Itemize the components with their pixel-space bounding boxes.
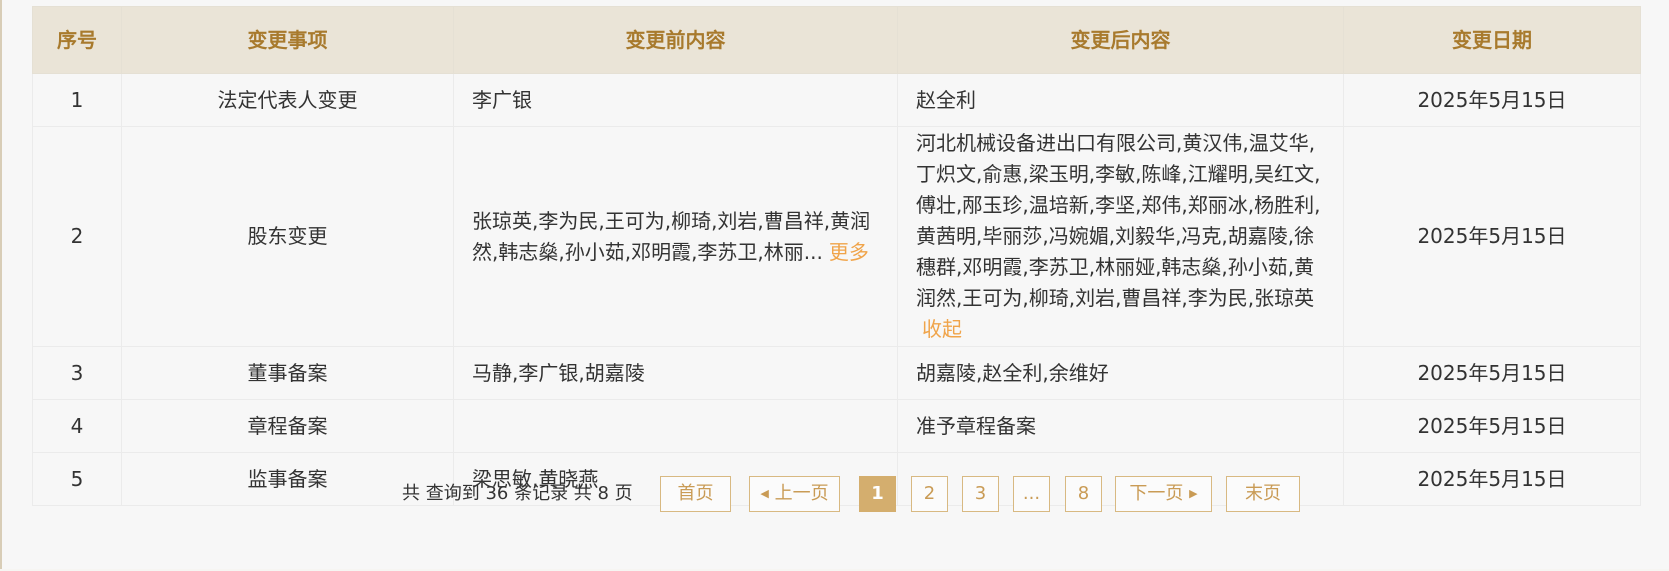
table-row: 4 章程备案 准予章程备案 2025年5月15日 [32,399,1641,453]
cell-serial: 3 [32,346,122,400]
cell-before: 马静,李广银,胡嘉陵 [453,346,898,400]
collapse-link[interactable]: 收起 [922,317,962,341]
more-link[interactable]: 更多 [829,240,869,264]
change-records-panel: 序号 变更事项 变更前内容 变更后内容 变更日期 1 法定代表人变更 李广银 赵… [32,6,1641,506]
page-button-8[interactable]: 8 [1065,476,1102,512]
table-row: 2 股东变更 张琼英,李为民,王可为,柳琦,刘岩,曹昌祥,黄润然,韩志燊,孙小茹… [32,126,1641,347]
cell-after-text: 河北机械设备进出口有限公司,黄汉伟,温艾华,丁炽文,俞惠,梁玉明,李敏,陈峰,江… [916,131,1321,310]
cell-date: 2025年5月15日 [1343,399,1641,453]
page-frame: 序号 变更事项 变更前内容 变更后内容 变更日期 1 法定代表人变更 李广银 赵… [0,0,1669,569]
cell-before [453,399,898,453]
cell-change-item: 股东变更 [121,126,454,347]
page-ellipsis: ... [1013,476,1050,512]
pagination-summary: 共 查询到 36 条记录 共 8 页 [402,483,633,504]
header-change-item: 变更事项 [121,6,454,74]
next-page-button[interactable]: 下一页 ▶ [1115,476,1212,512]
caret-left-icon: ◀ [760,487,769,500]
next-page-label: 下一页 [1129,483,1184,504]
cell-change-item: 章程备案 [121,399,454,453]
header-serial: 序号 [32,6,122,74]
cell-after: 赵全利 [897,73,1344,127]
cell-serial: 4 [32,399,122,453]
table-row: 3 董事备案 马静,李广银,胡嘉陵 胡嘉陵,赵全利,余维好 2025年5月15日 [32,346,1641,400]
table-row: 1 法定代表人变更 李广银 赵全利 2025年5月15日 [32,73,1641,127]
prev-page-label: 上一页 [774,483,829,504]
header-after-content: 变更后内容 [897,6,1344,74]
header-change-date: 变更日期 [1343,6,1641,74]
cell-after: 胡嘉陵,赵全利,余维好 [897,346,1344,400]
cell-date: 2025年5月15日 [1343,126,1641,347]
cell-change-item: 董事备案 [121,346,454,400]
caret-right-icon: ▶ [1189,487,1198,500]
prev-page-button[interactable]: ◀ 上一页 [749,476,840,512]
page-button-2[interactable]: 2 [911,476,948,512]
page-button-1[interactable]: 1 [859,476,896,512]
first-page-button[interactable]: 首页 [660,476,731,512]
cell-after: 准予章程备案 [897,399,1344,453]
cell-date: 2025年5月15日 [1343,73,1641,127]
pagination: 共 查询到 36 条记录 共 8 页 首页 ◀ 上一页 1 2 3 ... 8 … [2,476,1669,512]
cell-after: 河北机械设备进出口有限公司,黄汉伟,温艾华,丁炽文,俞惠,梁玉明,李敏,陈峰,江… [897,126,1344,347]
last-page-button[interactable]: 末页 [1226,476,1300,512]
cell-before: 李广银 [453,73,898,127]
page-button-3[interactable]: 3 [962,476,999,512]
cell-change-item: 法定代表人变更 [121,73,454,127]
header-before-content: 变更前内容 [453,6,898,74]
cell-serial: 1 [32,73,122,127]
cell-date: 2025年5月15日 [1343,346,1641,400]
change-records-table: 序号 变更事项 变更前内容 变更后内容 变更日期 1 法定代表人变更 李广银 赵… [32,6,1641,506]
cell-before-text: 张琼英,李为民,王可为,柳琦,刘岩,曹昌祥,黄润然,韩志燊,孙小茹,邓明霞,李苏… [472,208,871,264]
cell-before: 张琼英,李为民,王可为,柳琦,刘岩,曹昌祥,黄润然,韩志燊,孙小茹,邓明霞,李苏… [453,126,898,347]
cell-serial: 2 [32,126,122,347]
table-header-row: 序号 变更事项 变更前内容 变更后内容 变更日期 [32,6,1641,74]
